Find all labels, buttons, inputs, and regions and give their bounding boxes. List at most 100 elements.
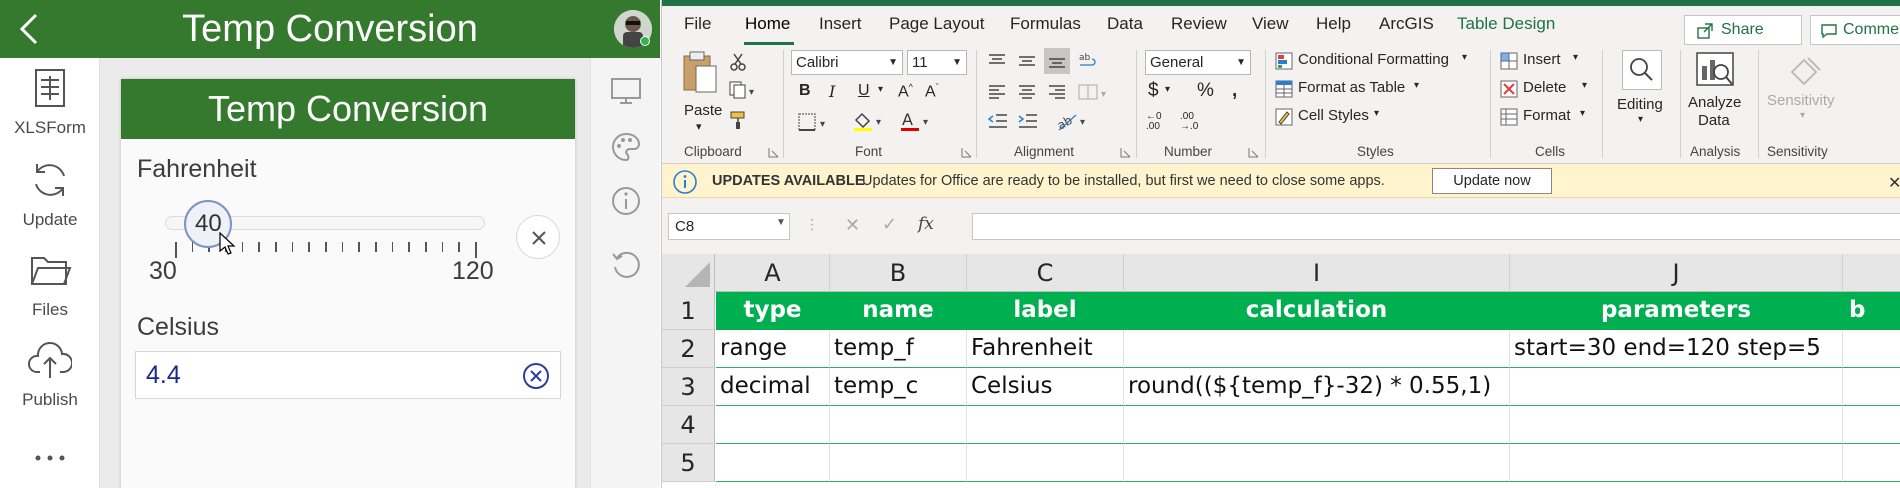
desktop-icon[interactable] (609, 74, 643, 108)
merge-center-icon[interactable]: ▾ (1078, 82, 1112, 102)
table-cell[interactable] (1124, 406, 1510, 444)
chevron-down-icon[interactable]: ▾ (1374, 108, 1379, 119)
table-cell[interactable] (1510, 368, 1843, 406)
format-cells-icon[interactable] (1500, 108, 1518, 126)
decrease-decimal-icon[interactable]: .00 →.0 (1180, 112, 1198, 132)
chevron-down-icon[interactable]: ▾ (1580, 108, 1585, 119)
comma-style-icon[interactable]: , (1232, 80, 1237, 102)
dialog-launcher-icon[interactable] (768, 147, 779, 158)
column-header[interactable]: B (830, 254, 967, 292)
table-cell[interactable] (716, 406, 830, 444)
copy-icon[interactable]: ▾ (728, 80, 758, 100)
paste-dropdown-icon[interactable]: ▾ (696, 120, 702, 133)
decrease-font-icon[interactable]: Aˇ (925, 82, 939, 101)
right-align-icon[interactable] (1048, 82, 1066, 100)
table-cell[interactable]: range (716, 330, 830, 368)
more-icon[interactable] (28, 448, 72, 468)
conditional-formatting-icon[interactable] (1275, 52, 1293, 70)
table-cell[interactable] (1843, 406, 1900, 444)
back-arrow-icon[interactable] (12, 11, 48, 47)
center-align-icon[interactable] (1018, 82, 1036, 100)
dialog-launcher-icon[interactable] (1248, 147, 1259, 158)
table-cell[interactable] (830, 444, 967, 482)
percent-icon[interactable]: % (1197, 80, 1214, 102)
info-icon[interactable] (609, 184, 643, 218)
name-box[interactable]: C8 (668, 213, 790, 240)
left-align-icon[interactable] (988, 82, 1006, 100)
font-color-icon[interactable]: A ▾ (899, 110, 935, 132)
palette-icon[interactable] (609, 130, 643, 164)
close-icon[interactable]: ✕ (1888, 173, 1900, 193)
table-cell[interactable] (1124, 444, 1510, 482)
table-header-cell[interactable]: name (830, 292, 967, 330)
cancel-entry-icon[interactable]: ✕ (845, 215, 860, 236)
chevron-down-icon[interactable]: ▾ (1582, 80, 1587, 91)
column-header[interactable]: C (967, 254, 1124, 292)
chevron-down-icon[interactable]: ▾ (1638, 114, 1643, 125)
sidebar-item-update[interactable]: Update (0, 158, 100, 248)
table-cell[interactable]: decimal (716, 368, 830, 406)
font-name-select[interactable]: Calibri ▼ (791, 50, 903, 75)
analyze-data-icon[interactable] (1694, 50, 1736, 92)
borders-icon[interactable]: ▾ (797, 112, 831, 132)
enter-entry-icon[interactable]: ✓ (882, 214, 897, 235)
sidebar-item-files[interactable]: Files (0, 248, 100, 338)
column-header[interactable]: J (1510, 254, 1843, 292)
share-button[interactable]: Share (1684, 15, 1802, 45)
tab-review[interactable]: Review (1171, 14, 1227, 34)
chevron-down-icon[interactable]: ▾ (1462, 52, 1467, 63)
font-size-select[interactable]: 11 ▼ (907, 50, 967, 75)
table-cell[interactable] (1843, 444, 1900, 482)
chevron-down-icon[interactable]: ▼ (776, 217, 786, 228)
insert-cells-label[interactable]: Insert (1523, 51, 1561, 68)
select-all-corner[interactable] (662, 254, 715, 292)
tab-table-design[interactable]: Table Design (1457, 14, 1555, 34)
table-cell[interactable] (830, 406, 967, 444)
currency-icon[interactable]: $ (1148, 80, 1159, 102)
search-icon[interactable] (1622, 50, 1662, 90)
clear-slider-button[interactable] (516, 215, 560, 259)
bold-icon[interactable]: B (799, 82, 811, 100)
insert-function-icon[interactable]: fx (918, 214, 934, 234)
table-cell[interactable]: start=30 end=120 step=5 (1510, 330, 1843, 368)
table-cell[interactable] (716, 444, 830, 482)
orientation-icon[interactable]: ab ▾ (1056, 110, 1092, 132)
table-cell[interactable]: round((${temp_f}-32) * 0.55,1) (1124, 368, 1510, 406)
dialog-launcher-icon[interactable] (1120, 147, 1131, 158)
delete-cells-label[interactable]: Delete (1523, 79, 1566, 96)
decrease-indent-icon[interactable] (988, 112, 1008, 130)
fill-color-icon[interactable]: ▾ (852, 110, 888, 132)
tab-page-layout[interactable]: Page Layout (889, 14, 984, 34)
column-header[interactable]: A (716, 254, 830, 292)
table-header-cell[interactable]: parameters (1510, 292, 1843, 330)
bottom-align-icon[interactable] (1044, 48, 1070, 74)
middle-align-icon[interactable] (1018, 52, 1036, 70)
table-cell[interactable]: temp_f (830, 330, 967, 368)
tab-formulas[interactable]: Formulas (1010, 14, 1081, 34)
cut-icon[interactable] (728, 52, 748, 72)
table-header-cell[interactable]: label (967, 292, 1124, 330)
increase-indent-icon[interactable] (1018, 112, 1038, 130)
table-header-cell[interactable]: calculation (1124, 292, 1510, 330)
format-as-table-label[interactable]: Format as Table (1298, 79, 1405, 96)
table-cell[interactable] (967, 444, 1124, 482)
increase-decimal-icon[interactable]: ←0.00 (1146, 112, 1162, 132)
row-header[interactable]: 4 (662, 406, 715, 444)
table-cell[interactable] (1124, 330, 1510, 368)
underline-icon[interactable]: U (858, 82, 870, 100)
sidebar-item-publish[interactable]: Publish (0, 338, 100, 428)
celsius-field[interactable]: 4.4 (135, 351, 561, 399)
format-painter-icon[interactable] (728, 110, 748, 130)
insert-cells-icon[interactable] (1500, 52, 1518, 70)
table-cell[interactable] (1843, 368, 1900, 406)
chevron-down-icon[interactable]: ▾ (1165, 84, 1170, 95)
analyze-data-label-line2[interactable]: Data (1698, 112, 1730, 129)
paste-label[interactable]: Paste (684, 102, 722, 119)
row-header[interactable]: 1 (662, 292, 715, 330)
refresh-icon[interactable] (609, 248, 643, 282)
analyze-data-label-line1[interactable]: Analyze (1688, 94, 1741, 111)
formula-bar-grip-icon[interactable]: ⋮ (805, 216, 819, 233)
dialog-launcher-icon[interactable] (961, 147, 972, 158)
format-as-table-icon[interactable] (1275, 80, 1293, 98)
cell-styles-label[interactable]: Cell Styles (1298, 107, 1369, 124)
